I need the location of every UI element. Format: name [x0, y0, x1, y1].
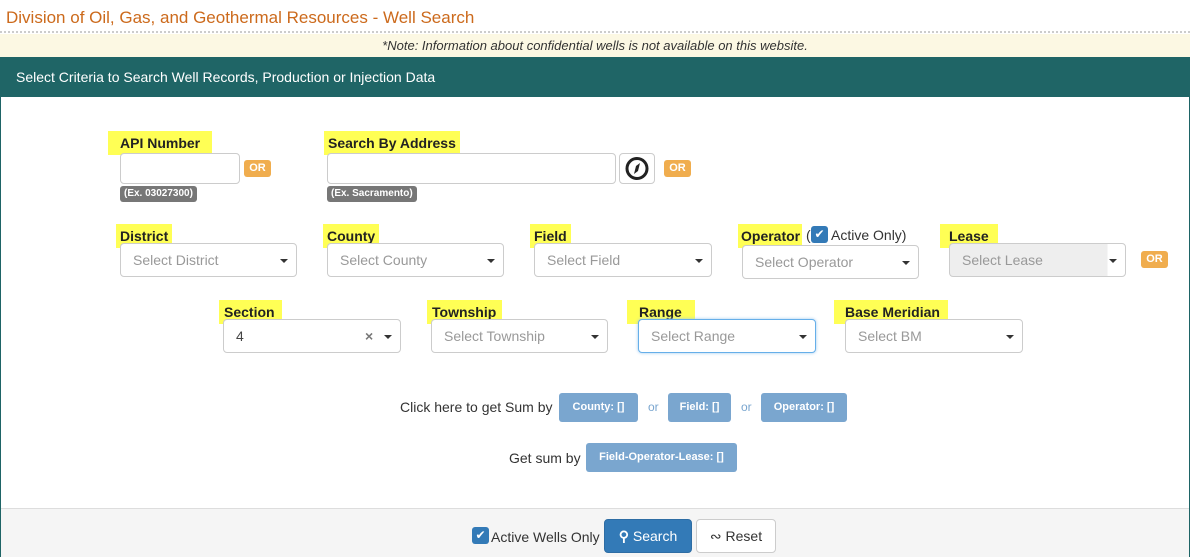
district-select[interactable]: Select District: [120, 243, 297, 277]
or-badge: OR: [244, 160, 271, 177]
caret-down-icon: [1006, 335, 1014, 339]
clear-icon[interactable]: ×: [365, 320, 373, 352]
section-value: 4: [236, 328, 244, 344]
api-label: API Number: [108, 131, 213, 155]
or-badge: OR: [1141, 251, 1168, 268]
base-meridian-select[interactable]: Select BM: [845, 319, 1023, 353]
panel-title: Select Criteria to Search Well Records, …: [0, 57, 1190, 97]
sum-prompt: Click here to get Sum by: [400, 399, 553, 415]
county-select[interactable]: Select County: [327, 243, 504, 277]
lease-select[interactable]: Select Lease: [949, 243, 1126, 277]
caret-down-icon: [591, 335, 599, 339]
sum-county-button[interactable]: County: []: [559, 393, 638, 422]
active-only-label: Active Only): [831, 227, 907, 243]
township-placeholder: Select Township: [444, 328, 545, 344]
active-wells-checkbox[interactable]: ✔: [472, 527, 489, 544]
field-placeholder: Select Field: [547, 252, 621, 268]
caret-down-icon: [384, 335, 392, 339]
caret-down-icon: [695, 259, 703, 263]
search-label: Search: [632, 528, 678, 544]
section-select[interactable]: 4 ×: [223, 319, 401, 353]
caret-down-icon: [799, 335, 807, 339]
address-label: Search By Address: [324, 131, 460, 155]
api-number-input[interactable]: [120, 153, 240, 184]
or-badge: OR: [664, 160, 691, 177]
operator-placeholder: Select Operator: [755, 254, 854, 270]
field-select[interactable]: Select Field: [534, 243, 712, 277]
check-icon: ✔: [814, 227, 825, 241]
operator-active-only-checkbox[interactable]: ✔: [811, 226, 828, 243]
unlink-icon: ∾: [709, 528, 722, 544]
bm-placeholder: Select BM: [858, 328, 922, 344]
caret-down-icon: [280, 259, 288, 263]
sum-field-button[interactable]: Field: []: [668, 393, 731, 422]
operator-select[interactable]: Select Operator: [742, 245, 919, 279]
caret-down-icon: [487, 259, 495, 263]
active-wells-label: Active Wells Only: [491, 529, 600, 545]
lease-placeholder: Select Lease: [962, 252, 1043, 268]
divider: [0, 31, 1190, 33]
address-example: (Ex. Sacramento): [327, 186, 417, 202]
township-select[interactable]: Select Township: [431, 319, 608, 353]
reset-label: Reset: [725, 528, 763, 544]
api-example: (Ex. 03027300): [120, 186, 197, 202]
locate-button[interactable]: [619, 153, 655, 184]
county-placeholder: Select County: [340, 252, 428, 268]
reset-button[interactable]: ∾ Reset: [696, 519, 776, 553]
page-title: Division of Oil, Gas, and Geothermal Res…: [6, 8, 475, 27]
caret-down-icon: [1109, 259, 1117, 263]
paren: (: [806, 227, 811, 243]
district-placeholder: Select District: [133, 252, 219, 268]
or-text: or: [741, 400, 752, 414]
sum-prompt-2: Get sum by: [509, 450, 581, 466]
caret-down-icon: [902, 261, 910, 265]
compass-icon: [625, 157, 649, 180]
address-input[interactable]: [327, 153, 616, 184]
search-icon: ⚲: [618, 528, 629, 544]
search-button[interactable]: ⚲ Search: [604, 519, 692, 553]
range-select[interactable]: Select Range: [638, 319, 816, 353]
sum-field-operator-lease-button[interactable]: Field-Operator-Lease: []: [586, 443, 737, 472]
confidential-note: *Note: Information about confidential we…: [0, 34, 1190, 57]
sum-operator-button[interactable]: Operator: []: [761, 393, 847, 422]
check-icon: ✔: [475, 528, 486, 542]
range-placeholder: Select Range: [651, 328, 736, 344]
or-text: or: [648, 400, 659, 414]
